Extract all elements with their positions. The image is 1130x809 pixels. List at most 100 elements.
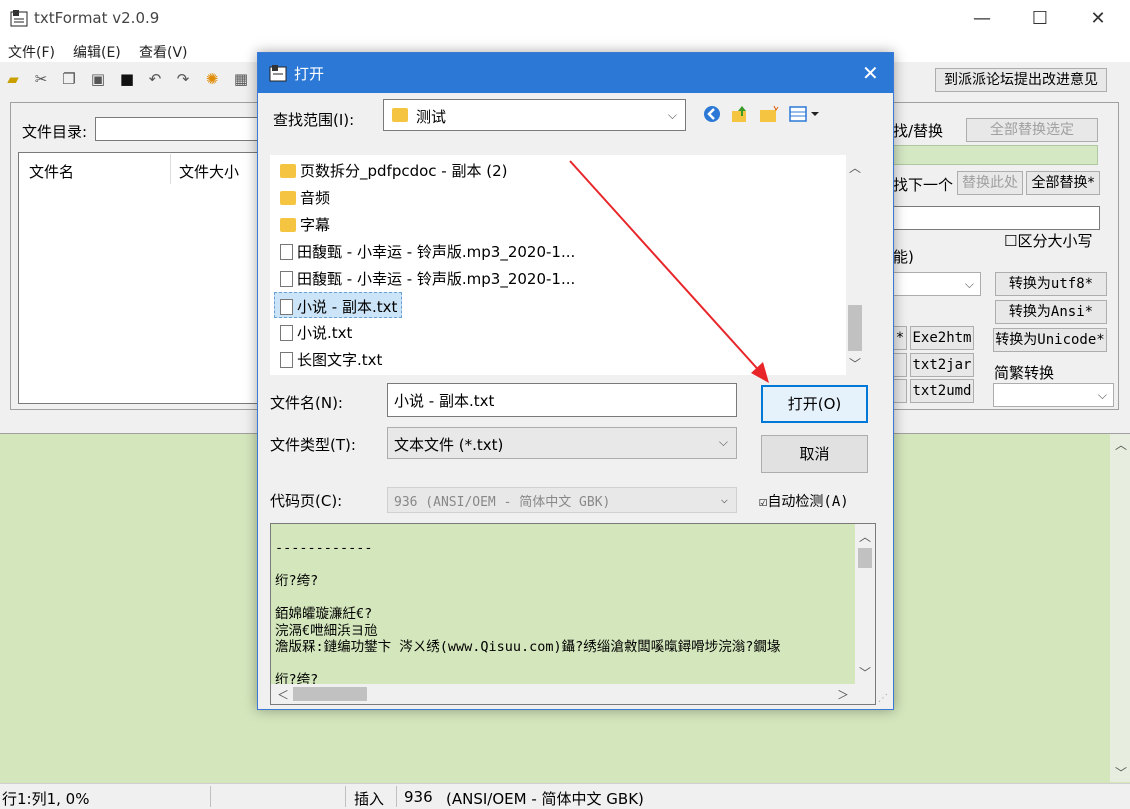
column-filename[interactable]: 文件名 [29,161,74,182]
scroll-right-icon[interactable]: ＞ [837,686,849,703]
list-item[interactable]: 页数拆分_pdfpcdoc - 副本 (2) [280,157,508,183]
preview-text: ------------ 绗?绔? 銆婂皬璇濓紝€? 浣滆€呭細浜ヨ兘 澹版槑:鏈编… [275,540,781,688]
file-list-scrollbar[interactable]: ︿ ﹀ [846,155,864,375]
replace-all-button[interactable]: 全部替换* [1026,171,1100,195]
codepage-select[interactable]: 936 (ANSI/OEM - 简体中文 GBK) ⌵ [387,487,737,513]
redo-icon[interactable]: ↷ [174,70,192,88]
filename-label: 文件名(N): [270,394,343,412]
scroll-thumb[interactable] [848,305,862,351]
preview-hscrollbar[interactable]: ＜ ＞ [271,684,875,704]
dialog-close-icon[interactable]: ✕ [862,61,879,85]
find-next-button[interactable]: 找下一个 [893,174,953,195]
toolbar: ▰ ✂ ❐ ▣ ■ ↶ ↷ ✺ ▦ [0,62,260,96]
new-folder-icon[interactable] [758,104,780,124]
star-button[interactable]: * [893,326,907,350]
scroll-down-icon[interactable]: ﹀ [859,664,871,681]
resize-grip-icon[interactable]: ⋰ [878,693,888,704]
trad-simp-label: 简繁转换 [994,364,1055,382]
status-separator [345,786,346,807]
replace-input[interactable] [893,206,1100,230]
convert-utf8-button[interactable]: 转换为utf8* [995,272,1107,296]
scroll-thumb[interactable] [858,548,872,568]
status-separator [210,786,211,807]
txt-button-a[interactable] [893,353,907,377]
scroll-down-icon[interactable]: ﹀ [849,355,861,372]
undo-icon[interactable]: ↶ [146,70,164,88]
chevron-down-icon: ⌵ [964,277,974,291]
menu-file[interactable]: 文件(F) [8,42,55,62]
filename-input[interactable]: 小说 - 副本.txt [387,383,737,417]
menu-view[interactable]: 查看(V) [139,42,188,62]
view-menu-icon[interactable] [788,104,822,124]
chevron-down-icon: ⌵ [667,108,677,122]
exe2htm-button[interactable]: Exe2htm [910,326,974,350]
grid-icon[interactable]: ▦ [232,70,250,88]
close-icon[interactable]: ✕ [1086,8,1110,30]
folder-icon [280,190,296,205]
column-divider[interactable] [170,154,171,184]
back-icon[interactable] [702,104,722,124]
directory-label: 文件目录: [22,123,88,141]
up-folder-icon[interactable] [730,104,750,124]
list-item[interactable]: 音频 [280,184,330,210]
lookin-value: 测试 [416,108,447,126]
scroll-thumb[interactable] [293,687,367,701]
txt2umd-button[interactable]: txt2umd [910,379,974,403]
scroll-down-icon[interactable]: ﹀ [1115,764,1127,781]
encoding-label: 能) [893,248,914,266]
list-item[interactable]: 字幕 [280,211,330,237]
list-item[interactable]: 田馥甄 - 小幸运 - 铃声版.mp3_2020-1... [280,265,575,291]
annotation-arrow [569,160,769,383]
save-icon[interactable]: ■ [118,70,136,88]
txt2jar-button[interactable]: txt2jar [910,353,974,377]
scroll-up-icon[interactable]: ︿ [849,159,861,176]
replace-all-selected-button[interactable]: 全部替换选定 [966,118,1098,142]
dialog-title: 打开 [294,65,325,83]
open-folder-icon[interactable]: ▰ [4,70,22,88]
preview-vscrollbar[interactable]: ︿ ﹀ [855,524,875,684]
copy-icon[interactable]: ❐ [60,70,78,88]
cancel-button[interactable]: 取消 [761,435,868,473]
status-mode: 插入 [354,790,385,808]
file-icon [280,298,293,315]
forum-feedback-button[interactable]: 到派派论坛提出改进意见 [935,68,1107,92]
case-sensitive-checkbox[interactable]: ☐区分大小写 [1004,230,1092,251]
menu-edit[interactable]: 编辑(E) [73,42,121,62]
status-separator [396,786,397,807]
encoding-select[interactable]: ⌵ [893,272,981,296]
list-item[interactable]: 长图文字.txt [280,346,382,372]
preview-pane[interactable]: ------------ 绗?绔? 銆婂皬璇濓紝€? 浣滆€呭細浜ヨ兘 澹版槑:鏈编… [270,523,876,705]
open-file-dialog: 打开 ✕ 查找范围(I): 测试 ⌵ 页数拆分_pdfpcdoc - 副本 (2… [257,52,894,710]
title-bar: txtFormat v2.0.9 — ☐ ✕ [0,0,1130,38]
txt-button-b[interactable] [893,379,907,403]
paste-icon[interactable]: ▣ [89,70,107,88]
autodetect-label: 自动检测(A) [767,494,849,510]
list-item[interactable]: 田馥甄 - 小幸运 - 铃声版.mp3_2020-1... [280,238,575,264]
dialog-title-bar: 打开 ✕ [258,53,893,93]
scroll-up-icon[interactable]: ︿ [1115,436,1127,453]
settings-icon[interactable]: ✺ [203,70,221,88]
scroll-left-icon[interactable]: ＜ [277,686,289,703]
editor-scrollbar[interactable]: ︿ ﹀ [1110,434,1130,782]
find-field[interactable] [893,145,1098,165]
minimize-icon[interactable]: — [970,8,994,30]
list-item-selected[interactable]: 小说 - 副本.txt [274,292,403,318]
trad-simp-select[interactable]: ⌵ [993,383,1114,407]
open-button[interactable]: 打开(O) [761,385,868,423]
file-list[interactable]: 文件名 文件大小 [18,152,260,404]
convert-unicode-button[interactable]: 转换为Unicode* [993,328,1107,352]
lookin-select[interactable]: 测试 ⌵ [383,99,686,131]
status-position: 行1:列1, 0% [2,790,90,808]
chevron-down-icon: ⌵ [1097,388,1107,402]
column-filesize[interactable]: 文件大小 [179,161,239,182]
list-item[interactable]: 小说.txt [280,319,352,345]
scroll-up-icon[interactable]: ︿ [859,528,871,545]
autodetect-checkbox[interactable]: ☑自动检测(A) [759,491,849,511]
cut-icon[interactable]: ✂ [32,70,50,88]
status-codepage: 936 [404,788,433,806]
filetype-select[interactable]: 文本文件 (*.txt) ⌵ [387,427,737,459]
directory-input[interactable] [95,117,260,141]
convert-ansi-button[interactable]: 转换为Ansi* [995,300,1107,324]
replace-here-button[interactable]: 替换此处 [957,171,1023,195]
maximize-icon[interactable]: ☐ [1028,8,1052,30]
